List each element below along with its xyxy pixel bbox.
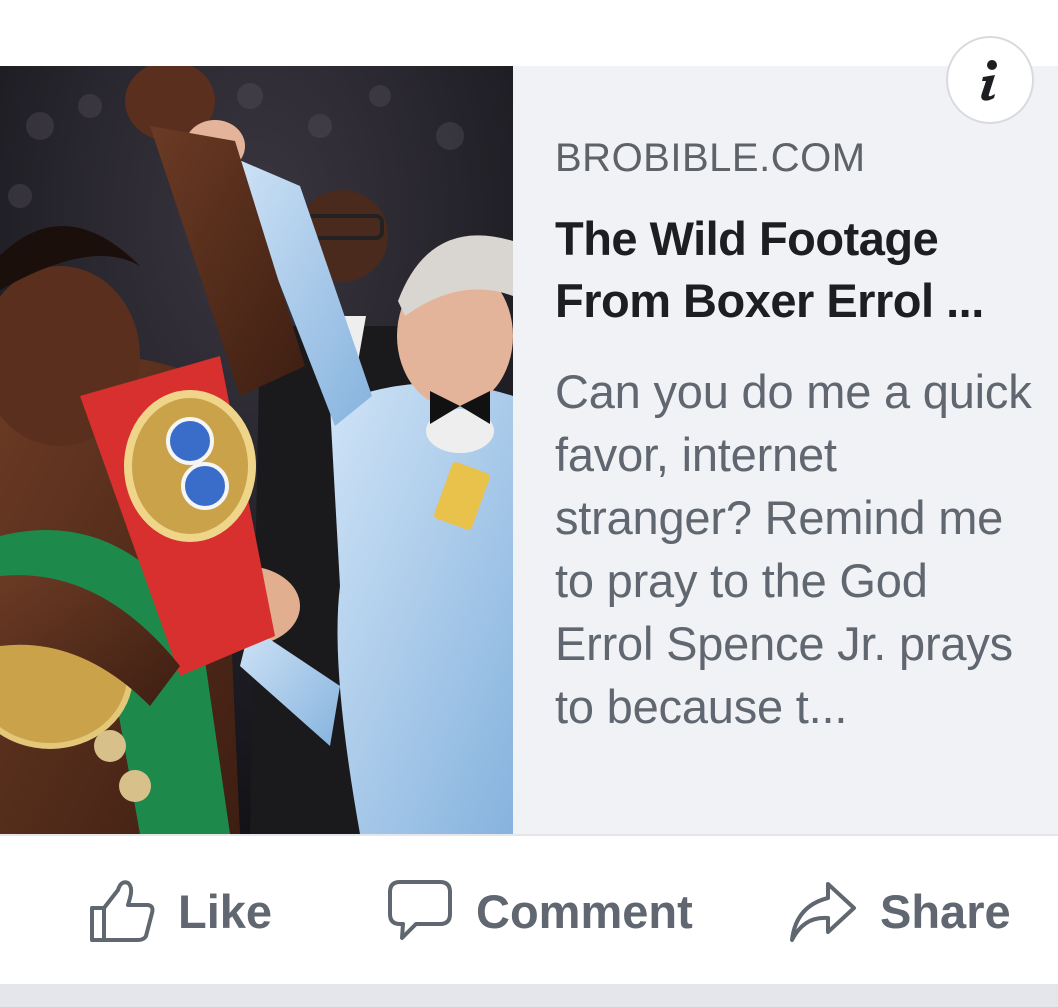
article-thumbnail[interactable] [0,66,513,834]
ad-info-button[interactable] [946,36,1034,124]
link-preview-card[interactable]: BROBIBLE.COM The Wild Footage From Boxer… [0,66,1058,834]
source-domain: BROBIBLE.COM [555,136,866,180]
post-action-bar: Like Comment Share [0,836,1058,984]
feed-post: BROBIBLE.COM The Wild Footage From Boxer… [0,0,1058,1007]
article-headline: The Wild Footage From Boxer Errol ... [555,212,984,327]
thumbs-up-icon [88,878,156,944]
share-button[interactable]: Share [788,876,1011,946]
comment-button[interactable]: Comment [386,876,693,946]
share-label: Share [880,884,1011,938]
boxer-photo-illustration [0,66,513,834]
like-label: Like [178,884,273,938]
share-arrow-icon [788,878,858,944]
comment-label: Comment [476,884,693,938]
feed-separator [0,984,1058,1007]
link-preview-text[interactable]: BROBIBLE.COM The Wild Footage From Boxer… [513,66,1058,834]
like-button[interactable]: Like [88,876,272,946]
article-description: Can you do me a quick favor, internet st… [555,365,1032,733]
info-icon [981,60,997,101]
comment-bubble-icon [386,878,454,944]
